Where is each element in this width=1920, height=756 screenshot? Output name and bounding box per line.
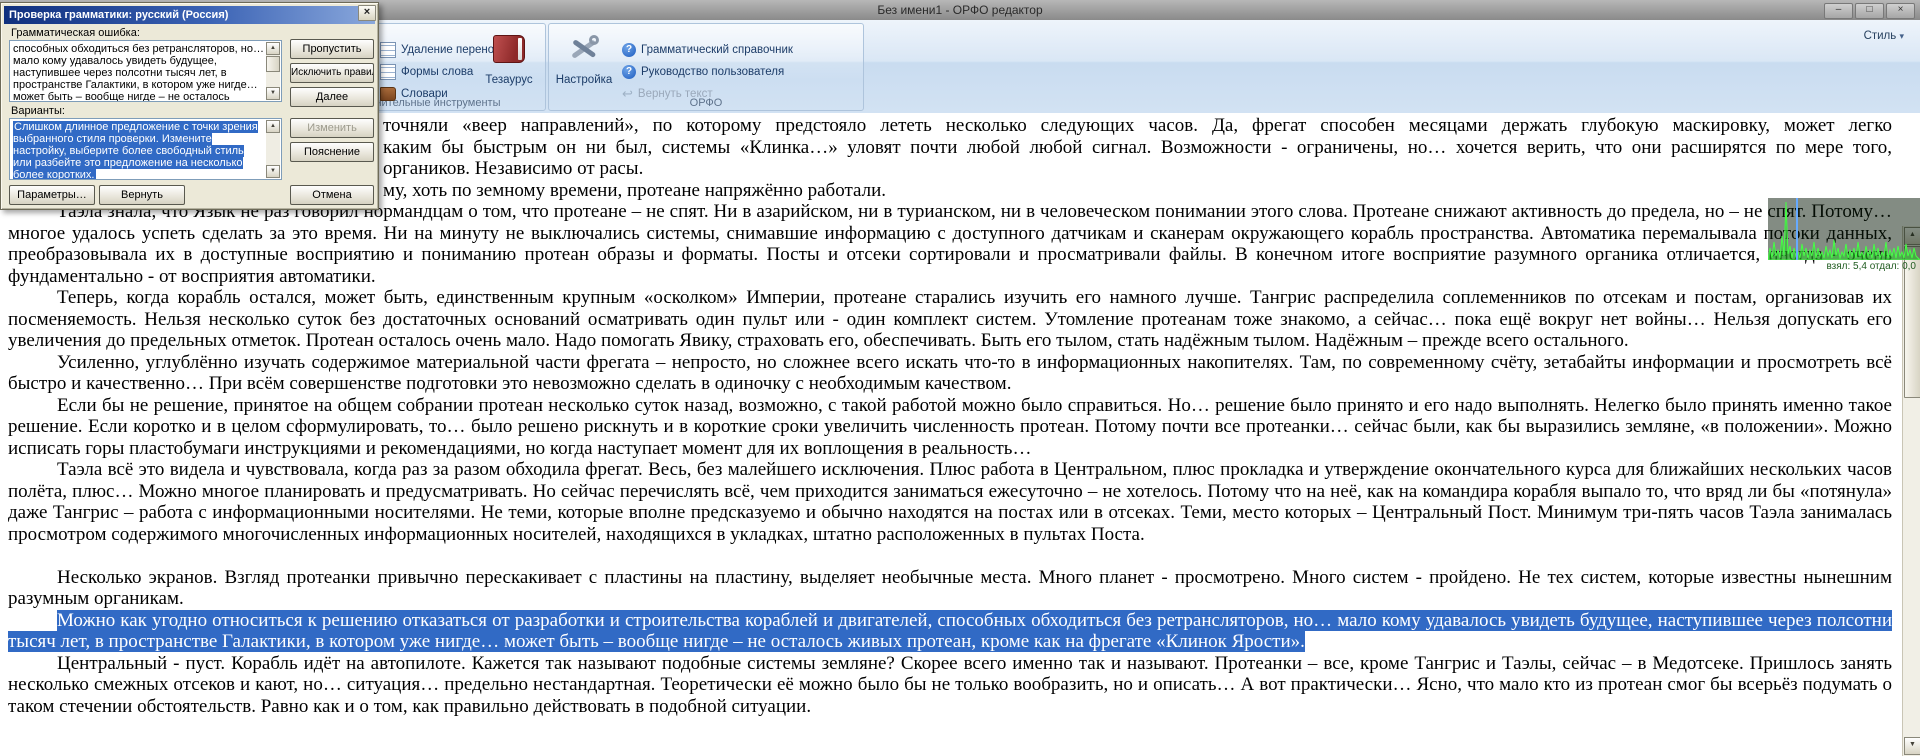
document-scrollbar[interactable]: ▲ ▼ bbox=[1902, 226, 1920, 756]
parameters-button[interactable]: Параметры… bbox=[9, 185, 95, 205]
chevron-down-icon: ▾ bbox=[1899, 31, 1904, 41]
next-button[interactable]: Далее bbox=[290, 87, 374, 107]
scroll-down-icon[interactable]: ▼ bbox=[1904, 737, 1920, 755]
document-line-fragment[interactable]: каким бы быстрым он ни был, системы «Кли… bbox=[383, 137, 1892, 159]
scroll-down-icon[interactable]: ▼ bbox=[266, 165, 280, 178]
thesaurus-button[interactable]: Тезаурус bbox=[477, 26, 541, 86]
paragraph[interactable]: Если бы не решение, принятое на общем со… bbox=[8, 395, 1892, 460]
ribbon-item-dictionaries[interactable]: Словари bbox=[380, 84, 448, 104]
close-button[interactable]: × bbox=[1886, 3, 1915, 19]
network-graph-overlay: взял: 5,4 отдал: 0,0 bbox=[1768, 198, 1920, 272]
window-controls: – □ × bbox=[1824, 3, 1915, 19]
network-stats-caption: взял: 5,4 отдал: 0,0 bbox=[1768, 260, 1920, 272]
scroll-up-icon[interactable]: ▲ bbox=[266, 120, 280, 133]
variants-scrollbar[interactable]: ▲ ▼ bbox=[266, 120, 280, 178]
undo-arrow-icon: ↩ bbox=[622, 87, 633, 101]
tools-icon bbox=[567, 34, 601, 64]
hyphen-removal-icon bbox=[380, 42, 396, 58]
maximize-button[interactable]: □ bbox=[1855, 3, 1884, 19]
paragraph-selected[interactable]: Можно как угодно относиться к решению от… bbox=[8, 610, 1892, 653]
scroll-up-icon[interactable]: ▲ bbox=[266, 42, 280, 55]
ribbon-item-label: Тезаурус bbox=[477, 74, 541, 86]
grammar-check-dialog: Проверка грамматики: русский (Россия) × … bbox=[0, 2, 379, 210]
skip-button[interactable]: Пропустить bbox=[290, 39, 374, 59]
settings-button[interactable]: Настройка bbox=[552, 26, 616, 86]
paragraph[interactable]: Таэла знала, что Язык не раз говорил нор… bbox=[8, 201, 1892, 287]
dictionaries-icon bbox=[380, 87, 396, 101]
paragraph[interactable]: Центральный - пуст. Корабль идёт на авто… bbox=[8, 653, 1892, 718]
variants-label: Варианты: bbox=[11, 105, 65, 117]
ribbon-item-label: Грамматический справочник bbox=[641, 44, 793, 56]
document-line-fragment[interactable]: органиков. Независимо от расы. bbox=[383, 158, 1892, 180]
ribbon-item-label: Словари bbox=[401, 88, 448, 100]
ribbon-item-word-forms[interactable]: Формы слова bbox=[380, 62, 473, 82]
help-icon: ? bbox=[622, 65, 636, 79]
dialog-close-icon[interactable]: × bbox=[358, 5, 376, 21]
scroll-down-icon[interactable]: ▼ bbox=[266, 87, 280, 100]
undo-button[interactable]: Вернуть bbox=[99, 185, 185, 205]
ribbon-item-label: Формы слова bbox=[401, 66, 473, 78]
paragraph[interactable]: Таэла всё это видела и чувствовала, когд… bbox=[8, 459, 1892, 545]
error-label: Грамматическая ошибка: bbox=[11, 27, 140, 39]
document-line-fragment[interactable]: точняли «веер направлений», по которому … bbox=[383, 115, 1892, 137]
document-line-fragment[interactable]: му, хоть по земному времени, протеане на… bbox=[383, 180, 1892, 202]
paragraph[interactable]: Несколько экранов. Взгляд протеанки прив… bbox=[8, 567, 1892, 610]
spectrum-graph bbox=[1768, 198, 1920, 260]
error-scrollbar[interactable]: ▲ ▼ bbox=[266, 42, 280, 100]
variants-listbox[interactable]: Слишком длинное предложение с точки зрен… bbox=[9, 118, 282, 180]
word-forms-icon bbox=[380, 64, 396, 80]
paragraph[interactable]: Теперь, когда корабль остался, может быт… bbox=[8, 287, 1892, 352]
explanation-button[interactable]: Пояснение bbox=[290, 142, 374, 162]
ribbon-item-grammar-reference[interactable]: ? Грамматический справочник bbox=[622, 40, 793, 60]
dialog-title: Проверка грамматики: русский (Россия) bbox=[9, 9, 228, 21]
scrollbar-thumb[interactable] bbox=[266, 56, 280, 72]
minimize-button[interactable]: – bbox=[1824, 3, 1853, 19]
cancel-button[interactable]: Отмена bbox=[290, 185, 374, 205]
style-dropdown[interactable]: Стиль ▾ bbox=[1864, 30, 1904, 42]
ribbon-item-user-guide[interactable]: ? Руководство пользователя bbox=[622, 62, 784, 82]
style-label: Стиль bbox=[1864, 30, 1897, 42]
paragraph[interactable]: Усиленно, углублённо изучать содержимое … bbox=[8, 352, 1892, 395]
book-icon bbox=[493, 35, 525, 63]
variant-suggestion-selected[interactable]: Слишком длинное предложение с точки зрен… bbox=[13, 121, 258, 180]
error-text: способных обходиться без ретрансляторов,… bbox=[10, 41, 281, 102]
help-icon: ? bbox=[622, 43, 636, 57]
paragraph[interactable] bbox=[8, 545, 1892, 567]
ribbon-item-label: Руководство пользователя bbox=[641, 66, 784, 78]
orfo-editor-window: Без имени1 - ОРФО редактор – □ × Дополни… bbox=[0, 0, 1920, 756]
change-button[interactable]: Изменить bbox=[290, 118, 374, 138]
ribbon-item-label: Настройка bbox=[552, 74, 616, 86]
ribbon-item-return-text[interactable]: ↩ Вернуть текст bbox=[622, 84, 713, 104]
dialog-titlebar[interactable]: Проверка грамматики: русский (Россия) bbox=[4, 6, 375, 24]
error-textbox[interactable]: способных обходиться без ретрансляторов,… bbox=[9, 40, 282, 102]
exclude-rule-button[interactable]: Исключить правило bbox=[290, 63, 374, 83]
selected-text[interactable]: Можно как угодно относиться к решению от… bbox=[8, 610, 1892, 653]
ribbon-item-label: Вернуть текст bbox=[638, 88, 713, 100]
